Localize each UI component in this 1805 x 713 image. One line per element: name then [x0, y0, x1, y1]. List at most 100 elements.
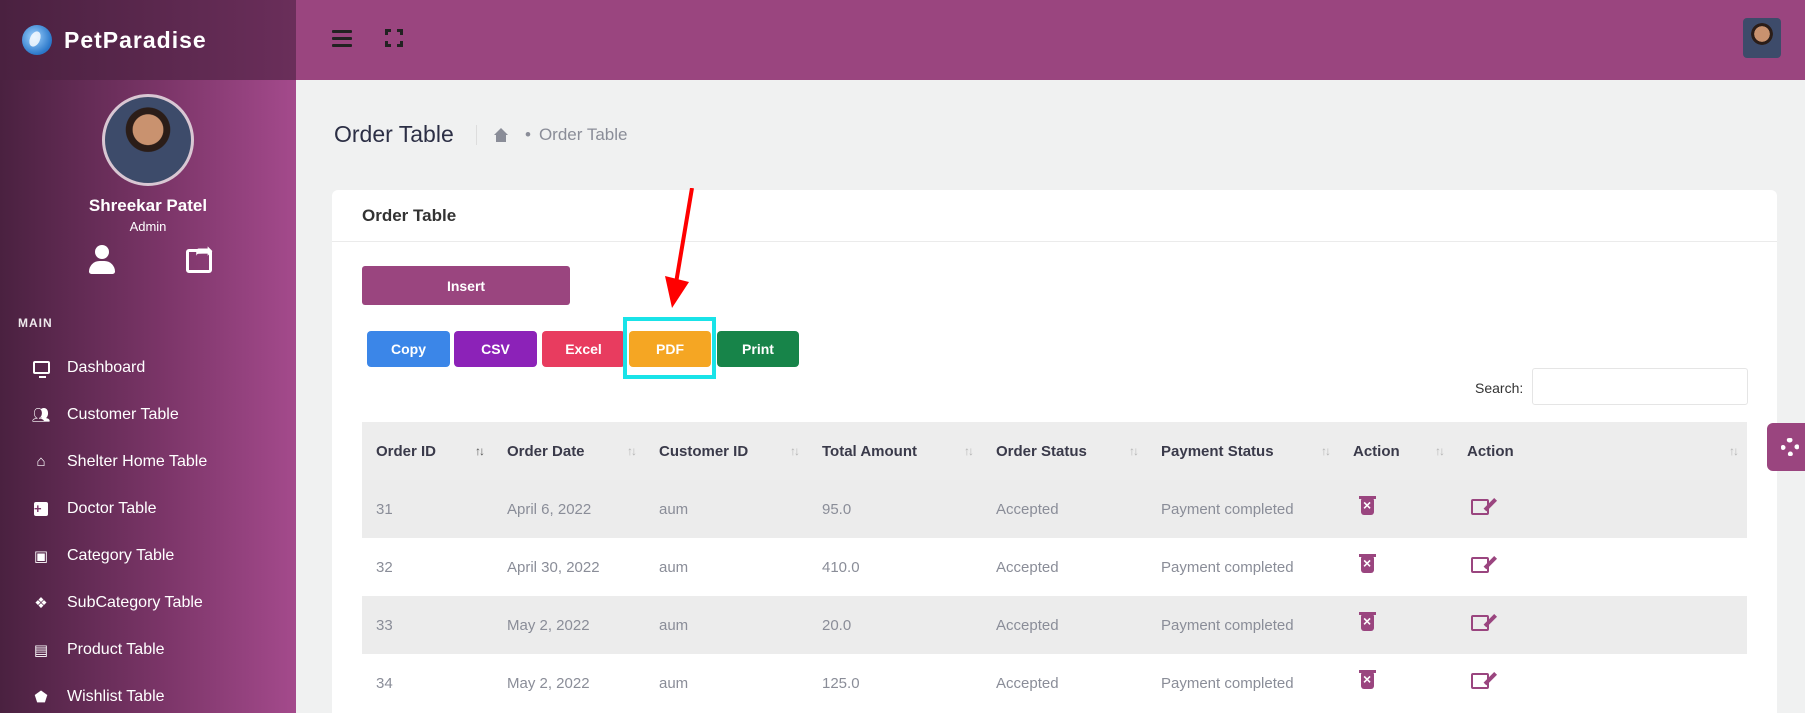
search-label: Search:	[1475, 380, 1524, 396]
cell-order-date: May 2, 2022	[507, 616, 590, 634]
copy-button[interactable]: Copy	[367, 331, 450, 367]
column-header-payment-status[interactable]: Payment Status ↑↓	[1147, 422, 1339, 480]
column-header-order-status[interactable]: Order Status ↑↓	[982, 422, 1147, 480]
order-table: Order ID ↑↓ Order Date ↑↓ Customer ID ↑↓ To…	[362, 422, 1747, 712]
cell-order-status: Accepted	[996, 616, 1059, 634]
sidebar-item-wishlist-table[interactable]: ⬟ Wishlist Table	[0, 673, 296, 713]
breadcrumb: • Order Table	[476, 125, 627, 145]
monitor-icon	[32, 360, 50, 378]
excel-button[interactable]: Excel	[542, 331, 625, 367]
cell-order-status: Accepted	[996, 500, 1059, 518]
cell-order-id: 31	[376, 500, 393, 518]
brand-name: PetParadise	[64, 26, 207, 53]
column-header-total-amount[interactable]: Total Amount ↑↓	[808, 422, 982, 480]
column-header-action-edit[interactable]: Action ↑↓	[1453, 422, 1747, 480]
table-row: 33 May 2, 2022 aum 20.0 Accepted Payment…	[362, 596, 1747, 654]
edit-icon[interactable]	[1471, 673, 1489, 689]
sort-icon: ↑↓	[790, 444, 800, 458]
cell-payment-status: Payment completed	[1161, 616, 1294, 634]
home-icon: ⌂	[36, 453, 46, 470]
settings-tab[interactable]	[1767, 423, 1805, 471]
profile-role: Admin	[129, 219, 167, 234]
tags-icon: ⬟	[34, 688, 48, 706]
sort-icon: ↑↓	[1729, 444, 1739, 458]
cell-order-status: Accepted	[996, 558, 1059, 576]
edit-icon[interactable]	[1471, 557, 1489, 573]
csv-button[interactable]: CSV	[454, 331, 537, 367]
sidebar-item-dashboard[interactable]: Dashboard	[0, 344, 296, 391]
sidebar-item-product-table[interactable]: ▤ Product Table	[0, 626, 296, 673]
sidebar-item-label: Category Table	[67, 546, 175, 564]
sidebar-item-shelter-home-table[interactable]: ⌂ Shelter Home Table	[0, 438, 296, 485]
cell-customer-id: aum	[659, 500, 689, 518]
delete-icon[interactable]	[1359, 554, 1376, 573]
column-header-order-id[interactable]: Order ID ↑↓	[362, 422, 493, 480]
edit-icon[interactable]	[1471, 499, 1489, 515]
fullscreen-icon[interactable]	[385, 29, 403, 47]
profile: Shreekar Patel Admin	[0, 80, 296, 276]
cell-customer-id: aum	[659, 616, 689, 634]
delete-icon[interactable]	[1359, 670, 1376, 689]
table-row: 34 May 2, 2022 aum 125.0 Accepted Paymen…	[362, 654, 1747, 712]
sidebar-item-category-table[interactable]: ▣ Category Table	[0, 532, 296, 579]
topbar	[296, 0, 1805, 80]
column-header-customer-id[interactable]: Customer ID ↑↓	[645, 422, 808, 480]
sidebar-nav: Dashboard 👥︎ Customer Table ⌂ Shelter Ho…	[0, 344, 296, 713]
cell-total-amount: 410.0	[822, 558, 860, 576]
column-header-order-date[interactable]: Order Date ↑↓	[493, 422, 645, 480]
search-input[interactable]	[1532, 368, 1748, 405]
sort-icon: ↑↓	[1129, 444, 1139, 458]
cube-icon: ▣	[33, 547, 49, 565]
cell-total-amount: 20.0	[822, 616, 852, 634]
cell-payment-status: Payment completed	[1161, 558, 1294, 576]
table-row: 31 April 6, 2022 aum 95.0 Accepted Payme…	[362, 480, 1747, 538]
edit-icon[interactable]	[1471, 615, 1489, 631]
cell-order-status: Accepted	[996, 674, 1059, 692]
insert-button[interactable]: Insert	[362, 266, 570, 305]
cell-order-id: 32	[376, 558, 393, 576]
order-table-card: Order Table Insert Copy CSV Excel PDF Pr…	[332, 188, 1777, 713]
sort-icon: ↑↓	[964, 444, 974, 458]
sidebar-section-label: MAIN	[18, 316, 53, 330]
sort-icon: ↑↓	[1435, 444, 1445, 458]
sidebar-item-label: Product Table	[67, 640, 165, 658]
sidebar-item-customer-table[interactable]: 👥︎ Customer Table	[0, 391, 296, 438]
sidebar-item-subcategory-table[interactable]: ❖ SubCategory Table	[0, 579, 296, 626]
home-icon[interactable]	[493, 128, 509, 142]
page-title: Order Table	[334, 121, 454, 147]
cell-payment-status: Payment completed	[1161, 500, 1294, 518]
sort-icon: ↑↓	[475, 444, 485, 458]
column-header-action-delete[interactable]: Action ↑↓	[1339, 422, 1453, 480]
delete-icon[interactable]	[1359, 612, 1376, 631]
menu-toggle-icon[interactable]	[332, 30, 352, 47]
pdf-button[interactable]: PDF	[629, 331, 711, 367]
user-profile-icon[interactable]	[86, 244, 118, 276]
sort-icon: ↑↓	[1321, 444, 1331, 458]
cubes-icon: ❖	[34, 594, 48, 612]
gear-icon	[1781, 438, 1799, 456]
card-title: Order Table	[332, 190, 1777, 242]
sidebar: PetParadise Shreekar Patel Admin MAIN Da…	[0, 0, 296, 713]
sidebar-item-label: Customer Table	[67, 405, 179, 423]
cell-order-id: 33	[376, 616, 393, 634]
cell-order-date: April 30, 2022	[507, 558, 600, 576]
cell-order-date: May 2, 2022	[507, 674, 590, 692]
table-row: 32 April 30, 2022 aum 410.0 Accepted Pay…	[362, 538, 1747, 596]
delete-icon[interactable]	[1359, 496, 1376, 515]
cell-payment-status: Payment completed	[1161, 674, 1294, 692]
breadcrumb-separator: •	[525, 125, 531, 144]
brand[interactable]: PetParadise	[0, 0, 296, 80]
sort-icon: ↑↓	[627, 444, 637, 458]
sidebar-item-label: Shelter Home Table	[67, 452, 208, 470]
cell-customer-id: aum	[659, 558, 689, 576]
archive-icon: ▤	[33, 641, 49, 659]
user-avatar[interactable]	[1743, 18, 1781, 58]
cell-customer-id: aum	[659, 674, 689, 692]
sidebar-item-label: Wishlist Table	[67, 687, 165, 705]
users-icon: 👥︎	[31, 406, 51, 424]
profile-name: Shreekar Patel	[88, 196, 208, 215]
profile-avatar	[102, 94, 194, 186]
logout-share-icon[interactable]	[186, 238, 213, 273]
sidebar-item-doctor-table[interactable]: + Doctor Table	[0, 485, 296, 532]
print-button[interactable]: Print	[717, 331, 799, 367]
